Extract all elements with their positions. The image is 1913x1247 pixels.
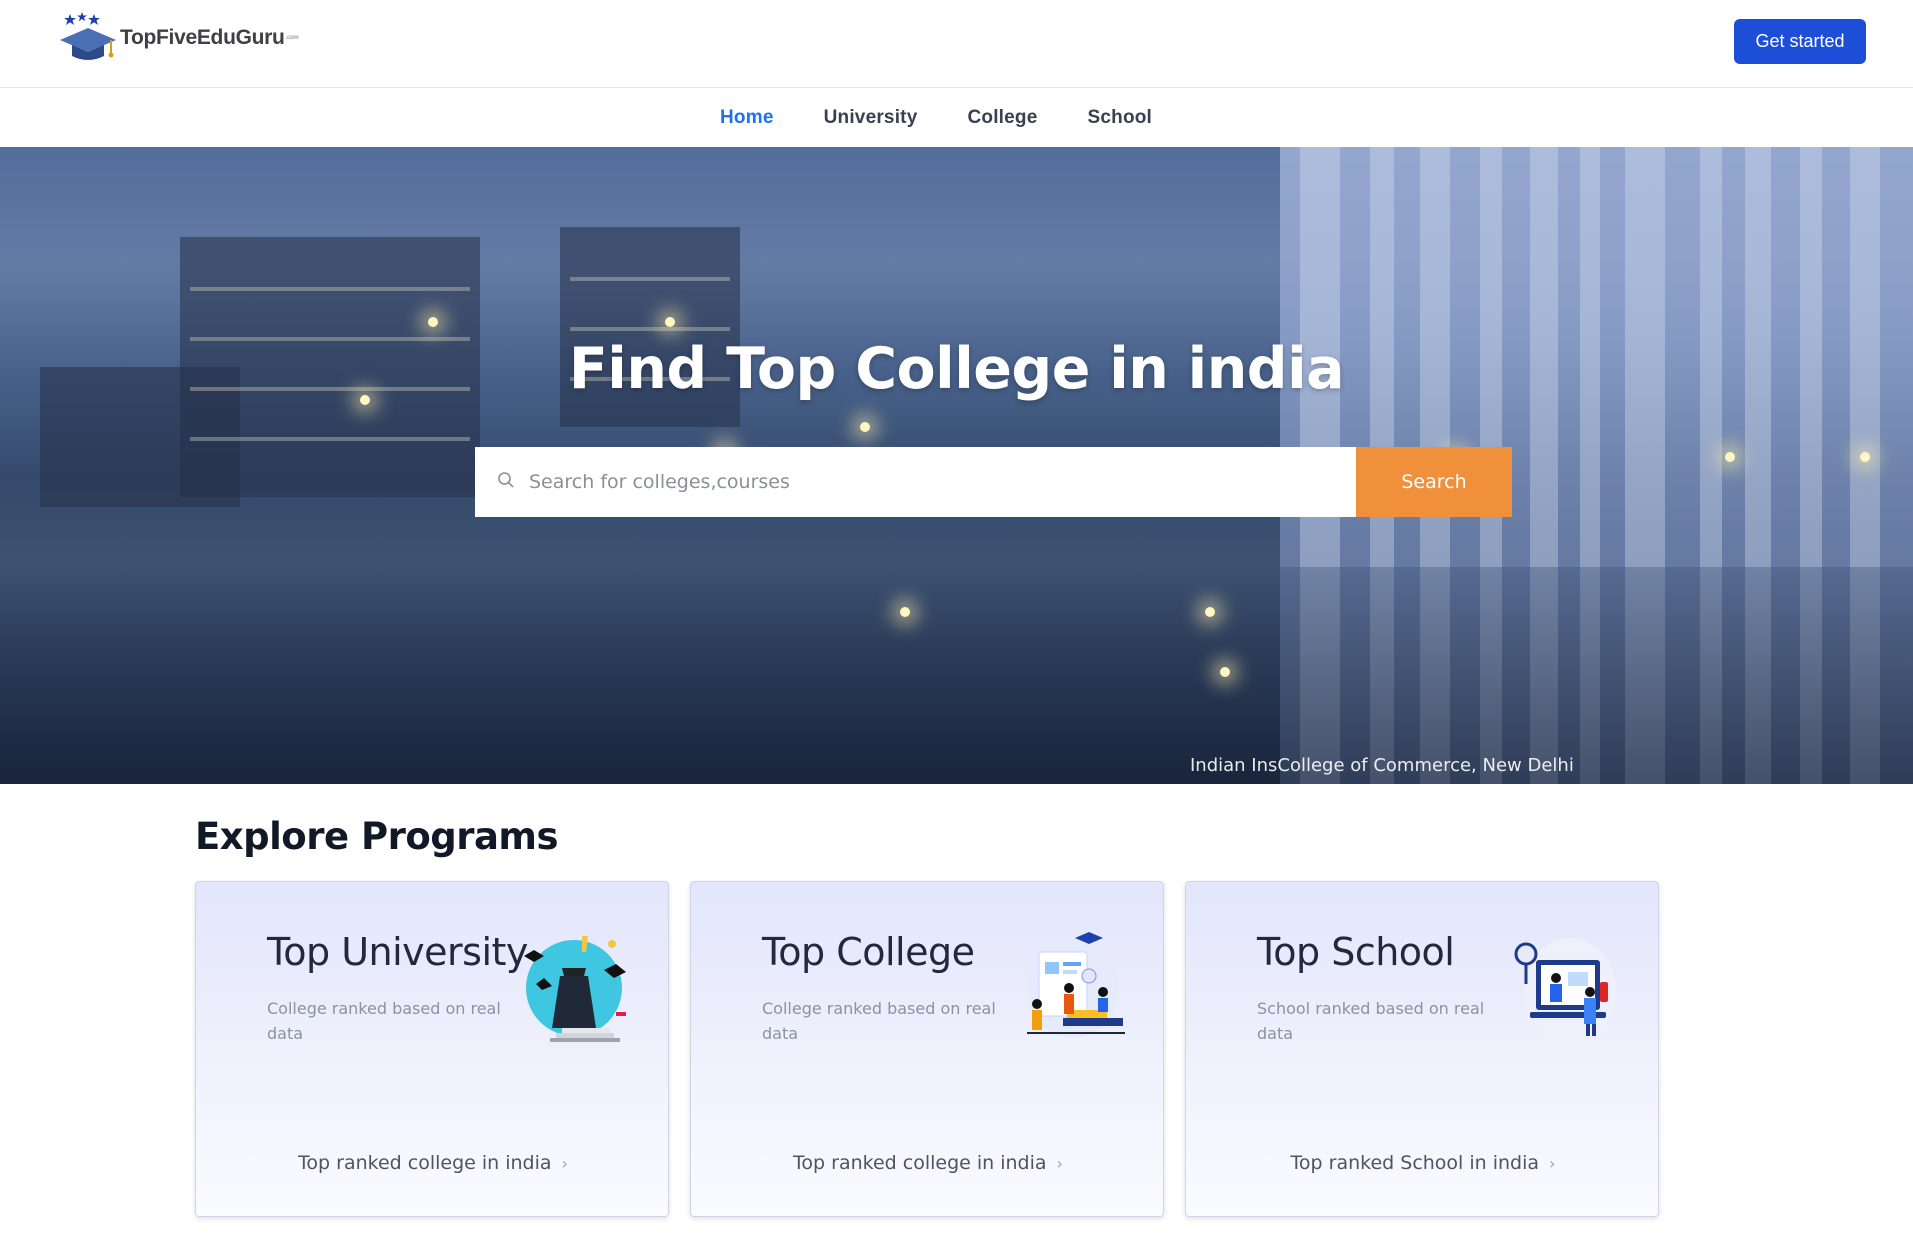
nav-item-home[interactable]: Home (720, 107, 774, 129)
site-logo[interactable]: TopFiveEduGuru.com (58, 10, 299, 66)
card-description: School ranked based on real data (1257, 999, 1485, 1043)
graduation-illustration-icon (522, 932, 630, 1044)
chevron-right-icon: › (561, 1154, 568, 1173)
program-cards: Top University College ranked based on r… (195, 881, 1659, 1217)
logo-text: TopFiveEduGuru (120, 26, 285, 49)
chevron-right-icon: › (1549, 1154, 1556, 1173)
program-card-school[interactable]: Top School School ranked based on real d… (1185, 881, 1659, 1217)
graduation-cap-logo-icon (58, 10, 118, 66)
hero-title: Find Top College in india (568, 336, 1345, 402)
get-started-button[interactable]: Get started (1734, 19, 1866, 64)
logo-domain: .com (285, 35, 299, 42)
nav-item-university[interactable]: University (824, 107, 918, 129)
program-card-university[interactable]: Top University College ranked based on r… (195, 881, 669, 1217)
explore-programs-title: Explore Programs (195, 815, 559, 858)
site-header: TopFiveEduGuru.com Get started (0, 0, 1913, 88)
nav-item-college[interactable]: College (967, 107, 1037, 129)
chevron-right-icon: › (1056, 1154, 1063, 1173)
nav-item-school[interactable]: School (1088, 107, 1153, 129)
card-description: College ranked based on real data (762, 999, 996, 1043)
online-class-illustration-icon (1512, 932, 1620, 1044)
card-title: Top College (762, 930, 975, 974)
search-button[interactable]: Search (1356, 447, 1512, 517)
main-nav: Home University College School (0, 89, 1913, 147)
card-title: Top School (1257, 930, 1455, 974)
card-link[interactable]: Top ranked college in india (298, 1152, 552, 1174)
hero-image-caption: Indian InsCollege of Commerce, New Delhi (1190, 755, 1574, 776)
card-title: Top University (267, 930, 528, 974)
study-group-illustration-icon (1017, 932, 1125, 1044)
search-icon (497, 471, 515, 494)
search-input[interactable] (529, 471, 1356, 493)
card-link[interactable]: Top ranked college in india (793, 1152, 1047, 1174)
search-bar: Search (475, 447, 1512, 517)
card-link[interactable]: Top ranked School in india (1291, 1152, 1540, 1174)
program-card-college[interactable]: Top College College ranked based on real… (690, 881, 1164, 1217)
card-description: College ranked based on real data (267, 999, 501, 1043)
